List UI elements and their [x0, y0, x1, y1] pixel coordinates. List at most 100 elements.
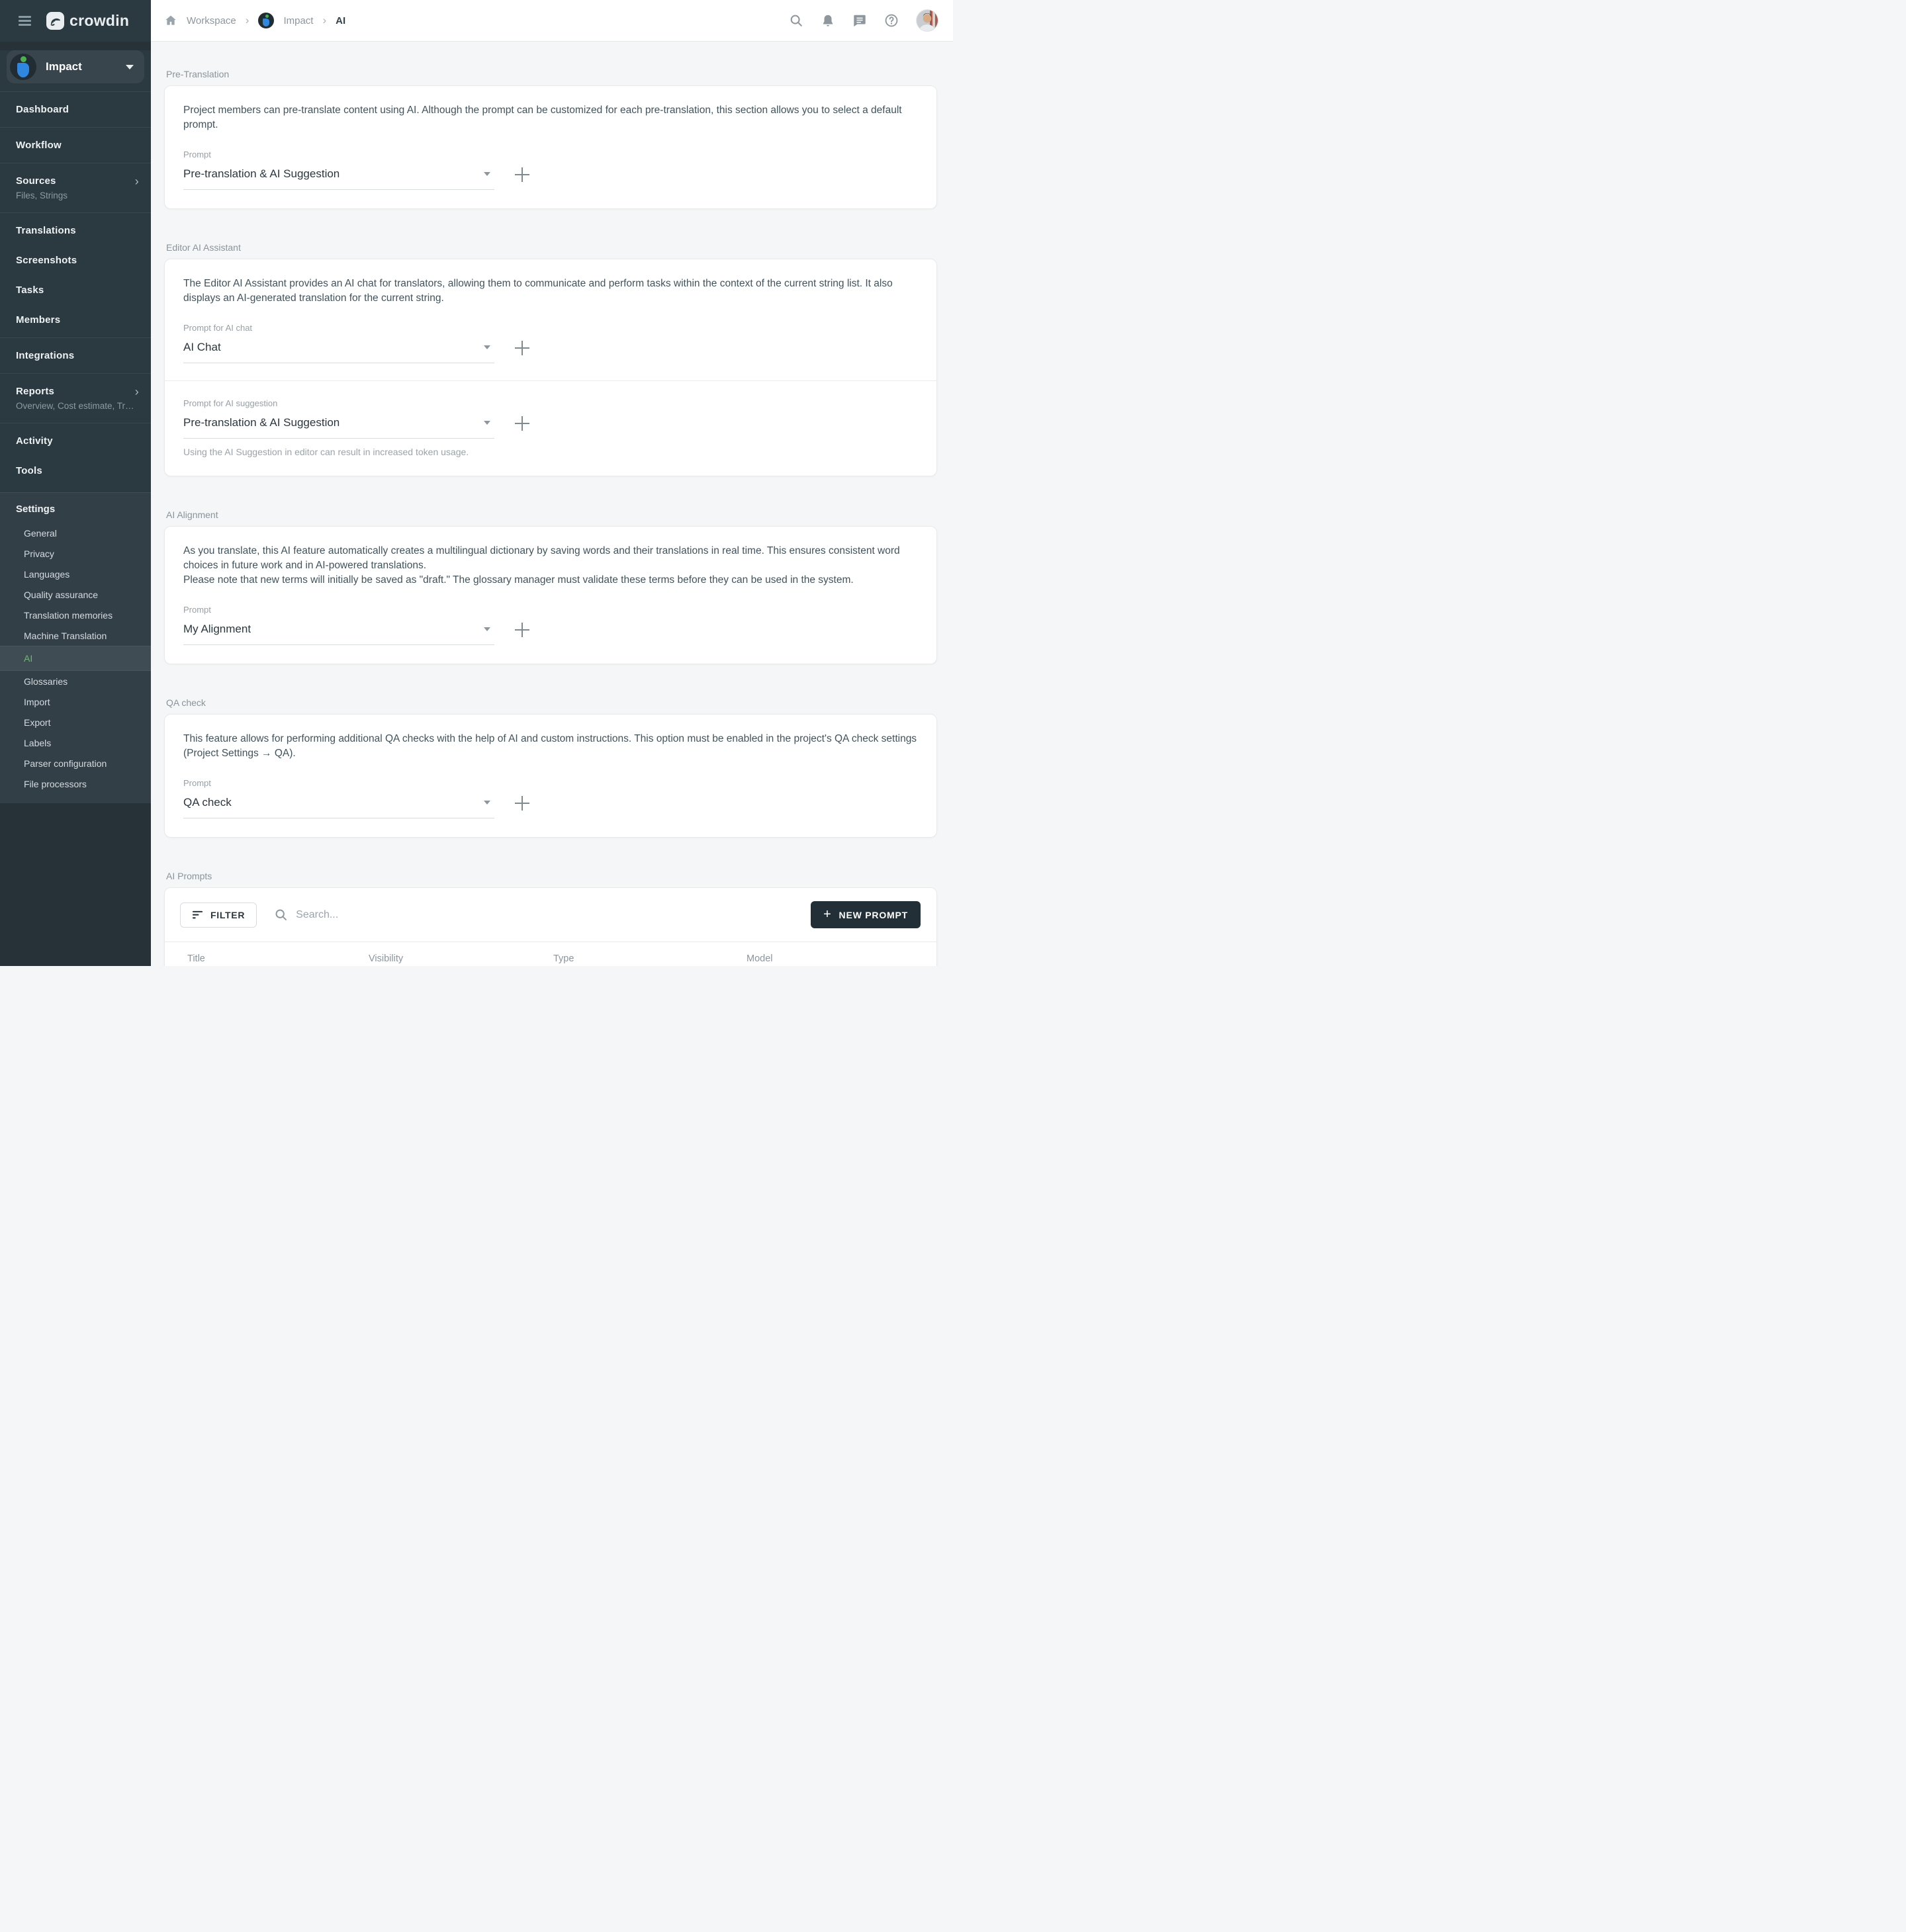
column-model: Model — [747, 953, 897, 964]
editor-ai-assistant-description: The Editor AI Assistant provides an AI c… — [183, 277, 918, 306]
add-prompt-button[interactable] — [514, 340, 530, 356]
search-icon — [274, 908, 288, 922]
main-content: Pre-Translation Project members can pre-… — [151, 42, 953, 966]
prompt-label: Prompt — [183, 150, 918, 159]
prompts-toolbar: FILTER + NEW PROMPT — [165, 888, 936, 942]
section-label-ai-prompts: AI Prompts — [166, 871, 937, 881]
sidebar-item-parser-configuration[interactable]: Parser configuration — [0, 753, 151, 773]
qa-check-description: This feature allows for performing addit… — [183, 732, 918, 761]
sidebar-item-sources-subtitle: Files, Strings — [0, 191, 151, 210]
chevron-down-icon — [484, 345, 490, 349]
user-avatar[interactable] — [916, 9, 938, 32]
topbar: Workspace › Impact › AI — [151, 0, 953, 42]
sidebar-item-integrations[interactable]: Integrations — [0, 341, 151, 371]
prompt-for-ai-chat-label: Prompt for AI chat — [183, 323, 918, 333]
sidebar-item-reports-subtitle: Overview, Cost estimate, Transl... — [0, 401, 151, 420]
help-icon[interactable] — [884, 13, 899, 28]
project-name: Impact — [46, 60, 82, 73]
ai-alignment-description-1: As you translate, this AI feature automa… — [183, 544, 918, 573]
breadcrumb-project-avatar — [258, 13, 274, 28]
sidebar-item-machine-translation[interactable]: Machine Translation — [0, 625, 151, 646]
sidebar-item-members[interactable]: Members — [0, 305, 151, 335]
chevron-down-icon — [484, 421, 490, 425]
chevron-down-icon — [126, 65, 134, 69]
chevron-down-icon — [484, 627, 490, 631]
add-prompt-button[interactable] — [514, 416, 530, 431]
home-icon[interactable] — [164, 14, 177, 27]
sidebar-item-languages[interactable]: Languages — [0, 564, 151, 584]
chevron-right-icon: › — [135, 178, 139, 185]
breadcrumb: Workspace › Impact › AI — [164, 13, 345, 28]
sidebar-item-activity[interactable]: Activity — [0, 426, 151, 456]
ai-suggestion-prompt-select[interactable]: Pre-translation & AI Suggestion — [183, 414, 494, 439]
sidebar-item-workflow[interactable]: Workflow — [0, 130, 151, 160]
add-prompt-button[interactable] — [514, 795, 530, 811]
project-avatar — [10, 54, 36, 80]
section-label-ai-alignment: AI Alignment — [166, 509, 937, 520]
sidebar-item-tasks[interactable]: Tasks — [0, 275, 151, 305]
sidebar-item-translation-memories[interactable]: Translation memories — [0, 605, 151, 625]
sidebar-item-ai[interactable]: AI — [0, 646, 151, 671]
ai-prompts-card: FILTER + NEW PROMPT Title Visibility Typ… — [164, 887, 937, 966]
sidebar-item-screenshots[interactable]: Screenshots — [0, 245, 151, 275]
filter-icon — [192, 910, 203, 920]
ai-alignment-card: As you translate, this AI feature automa… — [164, 526, 937, 664]
column-title: Title — [187, 953, 369, 964]
prompt-label: Prompt — [183, 605, 918, 615]
column-type: Type — [553, 953, 747, 964]
chevron-right-icon: › — [246, 14, 250, 27]
sidebar-item-settings[interactable]: Settings — [0, 493, 151, 523]
sidebar-item-translations[interactable]: Translations — [0, 216, 151, 245]
section-label-pre-translation: Pre-Translation — [166, 69, 937, 79]
sidebar-item-general[interactable]: General — [0, 523, 151, 543]
sidebar-item-tools[interactable]: Tools — [0, 456, 151, 486]
chevron-down-icon — [484, 172, 490, 176]
sidebar-item-quality-assurance[interactable]: Quality assurance — [0, 584, 151, 605]
sidebar: crowdin Impact Dashboard Workflow Source… — [0, 0, 151, 966]
sidebar-item-dashboard[interactable]: Dashboard — [0, 95, 151, 124]
notifications-bell-icon[interactable] — [821, 13, 835, 28]
chevron-right-icon: › — [135, 388, 139, 395]
ai-chat-prompt-select[interactable]: AI Chat — [183, 339, 494, 363]
sidebar-item-export[interactable]: Export — [0, 712, 151, 732]
new-prompt-button[interactable]: + NEW PROMPT — [811, 901, 921, 928]
sidebar-item-privacy[interactable]: Privacy — [0, 543, 151, 564]
crowdin-logo[interactable]: crowdin — [46, 12, 129, 30]
ai-alignment-description-2: Please note that new terms will initiall… — [183, 573, 918, 588]
search-icon[interactable] — [789, 13, 803, 28]
editor-ai-assistant-card: The Editor AI Assistant provides an AI c… — [164, 259, 937, 476]
sidebar-item-import[interactable]: Import — [0, 691, 151, 712]
messages-icon[interactable] — [852, 13, 867, 28]
section-label-editor-ai-assistant: Editor AI Assistant — [166, 242, 937, 253]
add-prompt-button[interactable] — [514, 622, 530, 638]
add-prompt-button[interactable] — [514, 167, 530, 183]
breadcrumb-project[interactable]: Impact — [283, 15, 313, 26]
alignment-prompt-select[interactable]: My Alignment — [183, 621, 494, 645]
pre-translation-description: Project members can pre-translate conten… — [183, 103, 918, 132]
section-label-qa-check: QA check — [166, 697, 937, 708]
sidebar-item-glossaries[interactable]: Glossaries — [0, 671, 151, 691]
qa-check-card: This feature allows for performing addit… — [164, 714, 937, 838]
filter-button[interactable]: FILTER — [180, 902, 257, 928]
column-visibility: Visibility — [369, 953, 553, 964]
search-input[interactable] — [296, 909, 574, 921]
sidebar-item-labels[interactable]: Labels — [0, 732, 151, 753]
search-field — [274, 908, 811, 922]
table-header: Title Visibility Type Model — [165, 942, 936, 966]
sidebar-nav: Impact Dashboard Workflow Sources › File… — [0, 50, 151, 492]
menu-icon[interactable] — [19, 14, 31, 28]
sidebar-item-file-processors[interactable]: File processors — [0, 773, 151, 794]
chevron-down-icon — [484, 801, 490, 805]
chevron-right-icon: › — [322, 14, 326, 27]
crowdin-wordmark: crowdin — [69, 12, 129, 30]
card-divider — [165, 380, 936, 381]
project-selector[interactable]: Impact — [7, 50, 144, 83]
plus-icon: + — [823, 908, 831, 921]
qa-check-prompt-select[interactable]: QA check — [183, 794, 494, 818]
sidebar-settings-group: Settings General Privacy Languages Quali… — [0, 492, 151, 803]
breadcrumb-current-page: AI — [336, 15, 345, 26]
ai-suggestion-helper-text: Using the AI Suggestion in editor can re… — [183, 447, 918, 457]
breadcrumb-workspace[interactable]: Workspace — [187, 15, 236, 26]
pre-translation-prompt-select[interactable]: Pre-translation & AI Suggestion — [183, 165, 494, 190]
crowdin-logo-icon — [46, 12, 64, 30]
